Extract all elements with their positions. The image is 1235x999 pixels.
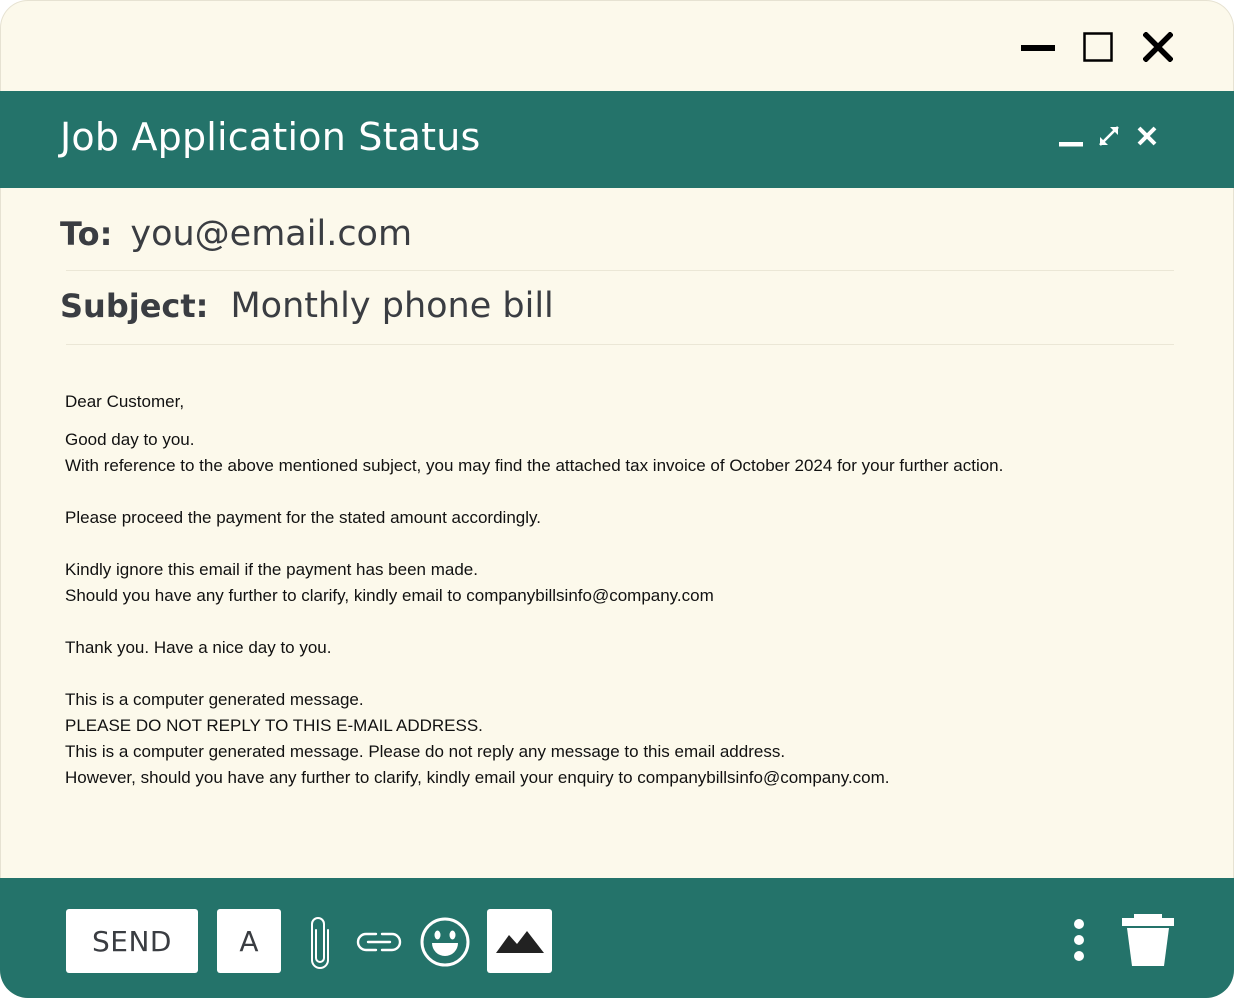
link-icon — [356, 932, 402, 952]
send-button[interactable]: SEND — [66, 909, 198, 973]
attach-button[interactable] — [304, 914, 336, 972]
compose-close-button[interactable] — [1134, 123, 1160, 149]
subject-label: Subject: — [60, 287, 209, 325]
image-icon — [495, 931, 544, 953]
body-line: However, should you have any further to … — [65, 768, 890, 787]
body-line: Good day to you. — [65, 430, 195, 449]
body-line: PLEASE DO NOT REPLY TO THIS E-MAIL ADDRE… — [65, 716, 483, 735]
font-format-button[interactable]: A — [217, 909, 281, 973]
compose-toolbar: SEND A — [0, 878, 1234, 998]
window-title: Job Application Status — [60, 115, 481, 159]
paperclip-icon — [311, 917, 329, 969]
message-body[interactable]: Dear Customer, Good day to you. With ref… — [65, 389, 1175, 791]
compose-window-controls — [1058, 123, 1160, 149]
to-label: To: — [60, 215, 113, 253]
to-value[interactable]: you@email.com — [130, 214, 412, 254]
compose-window: Job Application Status To: you@email.com… — [0, 0, 1234, 998]
to-divider — [66, 270, 1174, 271]
compose-minimize-button[interactable] — [1058, 123, 1084, 149]
compose-header: Job Application Status — [0, 91, 1234, 188]
body-line: Thank you. Have a nice day to you. — [65, 638, 332, 657]
minimize-icon — [1059, 142, 1083, 147]
more-vertical-icon — [1074, 919, 1084, 961]
body-line: With reference to the above mentioned su… — [65, 456, 1004, 475]
os-window-controls — [1020, 28, 1176, 66]
body-line: Dear Customer, — [65, 392, 185, 411]
smiley-icon — [420, 917, 470, 967]
close-icon — [1143, 32, 1173, 62]
maximize-icon — [1083, 32, 1113, 62]
link-button[interactable] — [356, 926, 402, 958]
compose-expand-button[interactable] — [1096, 123, 1122, 149]
close-icon — [1137, 126, 1157, 146]
subject-value[interactable]: Monthly phone bill — [230, 286, 553, 326]
expand-icon — [1099, 126, 1119, 146]
body-line: Should you have any further to clarify, … — [65, 586, 714, 605]
emoji-button[interactable] — [418, 915, 472, 969]
insert-image-button[interactable] — [487, 909, 552, 973]
subject-divider — [66, 344, 1174, 345]
minimize-icon — [1021, 45, 1055, 51]
more-options-button[interactable] — [1066, 916, 1092, 964]
os-minimize-button[interactable] — [1020, 29, 1056, 65]
os-maximize-button[interactable] — [1080, 29, 1116, 65]
delete-button[interactable] — [1118, 912, 1178, 968]
os-close-button[interactable] — [1140, 29, 1176, 65]
trash-icon — [1122, 914, 1174, 966]
subject-field[interactable]: Subject: Monthly phone bill — [60, 286, 1174, 326]
body-line: This is a computer generated message. Pl… — [65, 742, 786, 761]
body-line: Please proceed the payment for the state… — [65, 508, 541, 527]
to-field[interactable]: To: you@email.com — [60, 214, 1174, 254]
body-line: This is a computer generated message. — [65, 690, 364, 709]
body-line: Kindly ignore this email if the payment … — [65, 560, 478, 579]
